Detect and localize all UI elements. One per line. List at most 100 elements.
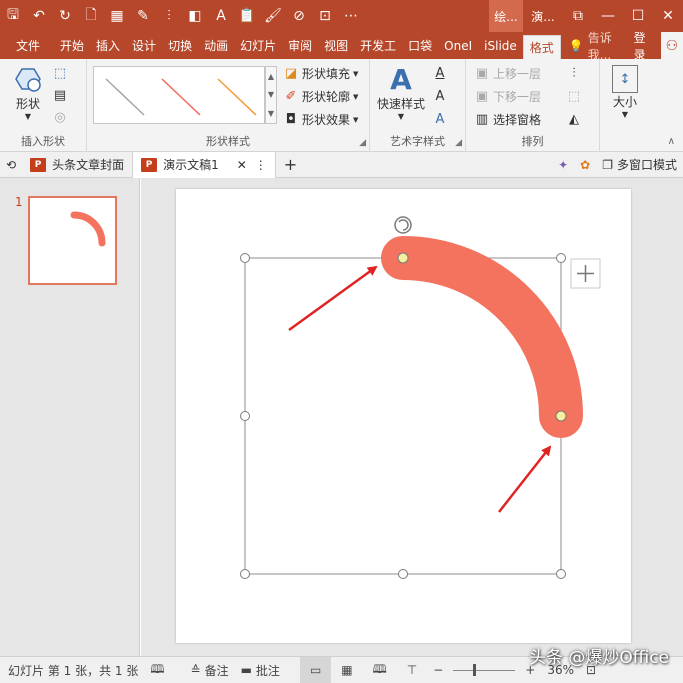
tab-item[interactable]: OneI xyxy=(438,32,478,59)
notes-icon: ≙ xyxy=(190,663,201,677)
zoom-slider[interactable] xyxy=(449,657,519,683)
selection-pane-button[interactable]: ▥ 选择窗格 xyxy=(474,111,541,128)
eyedropper-icon[interactable]: ✎ xyxy=(130,0,156,32)
slideshow-icon[interactable]: ⊤ xyxy=(397,657,427,683)
new-tab-plus-icon[interactable]: + xyxy=(276,152,305,178)
watermark: 头条 @爆炒Office xyxy=(528,648,669,668)
style-swatch-line[interactable] xyxy=(161,78,201,116)
title-bar: 🖫 ↶ ↻ 🗋 ▦ ✎ ⫶ ◧ A 📋 🖌 ⊘ ⊡ ⋯ 绘... 演... ⧉ — ☐ ✕ xyxy=(0,0,683,32)
tell-me-box[interactable]: 💡 告诉我... xyxy=(561,29,624,63)
login-button[interactable]: 登录 xyxy=(624,29,661,63)
multi-window-button[interactable]: ❐ 多窗口模式 xyxy=(596,152,683,178)
tab-item[interactable]: 动画 xyxy=(198,32,234,59)
quick-styles-button[interactable]: A 快速样式 ▼ xyxy=(374,65,428,122)
style-swatch-line[interactable] xyxy=(105,78,145,116)
group-button[interactable]: ⬚ xyxy=(566,88,585,104)
magic-icon[interactable]: ✦ xyxy=(552,152,574,178)
tab-item[interactable]: iSlide xyxy=(478,32,523,59)
tab-item[interactable]: 开始 xyxy=(54,32,90,59)
tab-item[interactable]: 切换 xyxy=(162,32,198,59)
comments-button[interactable]: ▬ 批注 xyxy=(235,657,286,683)
shape-outline-button[interactable]: ✐ 形状轮廓 ▼ xyxy=(283,88,359,105)
settings-gear-icon[interactable]: ✿ xyxy=(574,152,596,178)
doc-tab-presentation[interactable]: P 演示文稿1 ✕ ⋮ xyxy=(132,151,276,178)
shape-fill-label: 形状填充 xyxy=(302,67,351,81)
undo-icon[interactable]: ↶ xyxy=(26,0,52,32)
reading-view-icon[interactable]: 🕮 xyxy=(363,657,397,683)
no-sign-icon[interactable]: ⊘ xyxy=(286,0,312,32)
text-box-button[interactable]: ▤ xyxy=(52,87,71,103)
zoom-out-icon[interactable]: − xyxy=(427,657,449,683)
ribbon-display-icon[interactable]: ⧉ xyxy=(563,0,593,32)
grid-icon[interactable]: ▦ xyxy=(104,0,130,32)
context-tab-drawing-tools[interactable]: 绘... xyxy=(489,0,523,32)
minimize-icon[interactable]: — xyxy=(593,0,623,32)
bring-forward-button[interactable]: ▣ 上移一层 xyxy=(474,65,541,82)
shapes-label: 形状 xyxy=(15,97,40,111)
scroll-down-icon[interactable]: ▼ xyxy=(268,90,274,99)
align-button[interactable]: ⫶ xyxy=(566,65,585,81)
quick-styles-label: 快速样式 xyxy=(376,97,425,111)
tab-format[interactable]: 格式 xyxy=(522,35,561,59)
shape-style-gallery[interactable] xyxy=(93,66,265,124)
selection-pane-label: 选择窗格 xyxy=(493,113,542,127)
paste-icon[interactable]: 📋 xyxy=(234,0,260,32)
shape-fill-button[interactable]: ◪ 形状填充 ▼ xyxy=(283,65,359,82)
fill-color-icon[interactable]: ◧ xyxy=(182,0,208,32)
style-swatch-line[interactable] xyxy=(217,78,257,116)
tab-item[interactable]: 插入 xyxy=(90,32,126,59)
gallery-more-icon[interactable]: ▼ xyxy=(268,109,274,118)
slide-thumbnail[interactable] xyxy=(28,196,117,285)
gallery-scroll[interactable]: ▲ ▼ ▼ xyxy=(265,66,277,124)
dialog-launcher-icon[interactable]: ◢ xyxy=(359,138,366,148)
shape-effects-button[interactable]: ◘ 形状效果 ▼ xyxy=(283,111,359,128)
slide-sorter-icon[interactable]: ▦ xyxy=(331,657,362,683)
multi-window-label: 多窗口模式 xyxy=(616,158,677,172)
tab-file[interactable]: 文件 xyxy=(0,32,54,59)
collapse-ribbon-icon[interactable]: ∧ xyxy=(668,136,675,147)
doc-tab-cover[interactable]: P 头条文章封面 xyxy=(22,152,132,178)
shapes-button[interactable]: 形状 ▼ xyxy=(8,65,48,121)
close-icon[interactable]: ✕ xyxy=(653,0,683,32)
spell-check-icon[interactable]: 🕮 xyxy=(144,657,170,683)
text-outline-button[interactable]: A xyxy=(432,88,451,104)
maximize-icon[interactable]: ☐ xyxy=(623,0,653,32)
format-painter-icon[interactable]: 🖌 xyxy=(260,0,286,32)
tab-item[interactable]: 口袋 xyxy=(402,32,438,59)
edit-shape-button[interactable]: ⬚ xyxy=(52,65,71,81)
tab-item[interactable]: 设计 xyxy=(126,32,162,59)
notes-button[interactable]: ≙ 备注 xyxy=(185,657,235,683)
close-icon[interactable]: ✕ xyxy=(237,158,247,172)
rotate-button[interactable]: ◭ xyxy=(566,111,585,127)
font-color-icon[interactable]: A xyxy=(208,0,234,32)
dialog-launcher-icon[interactable]: ◢ xyxy=(455,138,462,148)
select-icon[interactable]: ⊡ xyxy=(312,0,338,32)
send-backward-button[interactable]: ▣ 下移一层 xyxy=(474,88,541,105)
merge-shapes-button[interactable]: ◎ xyxy=(52,109,71,125)
normal-view-icon[interactable]: ▭ xyxy=(299,656,332,683)
slide[interactable] xyxy=(176,189,631,643)
powerpoint-icon: P xyxy=(30,157,47,172)
tab-item[interactable]: 视图 xyxy=(318,32,354,59)
text-effects-button[interactable]: A xyxy=(432,111,451,127)
share-person-icon[interactable]: ⚇ xyxy=(660,32,683,59)
save-icon[interactable]: 🖫 xyxy=(0,0,26,32)
redo-icon[interactable]: ↻ xyxy=(52,0,78,32)
more-icon[interactable]: ⋯ xyxy=(338,0,364,32)
chevron-down-icon: ▼ xyxy=(24,112,32,121)
size-button[interactable]: ↕ 大小 ▼ xyxy=(606,65,644,119)
tab-item[interactable]: 审阅 xyxy=(282,32,318,59)
notes-label: 备注 xyxy=(204,663,229,678)
scroll-up-icon[interactable]: ▲ xyxy=(268,72,274,81)
more-vertical-icon[interactable]: ⋮ xyxy=(255,158,267,172)
bring-forward-label: 上移一层 xyxy=(493,67,542,81)
merge-shapes-icon: ◎ xyxy=(54,109,66,125)
new-file-icon[interactable]: 🗋 xyxy=(78,0,104,32)
tab-home-icon[interactable]: ⟲ xyxy=(0,152,22,178)
tab-item[interactable]: 幻灯片 xyxy=(234,32,282,59)
align-icon[interactable]: ⫶ xyxy=(156,0,182,32)
tab-item[interactable]: 开发工 xyxy=(354,32,402,59)
send-backward-label: 下移一层 xyxy=(493,90,542,104)
text-fill-button[interactable]: A xyxy=(432,65,451,81)
shapes-icon xyxy=(15,68,41,92)
